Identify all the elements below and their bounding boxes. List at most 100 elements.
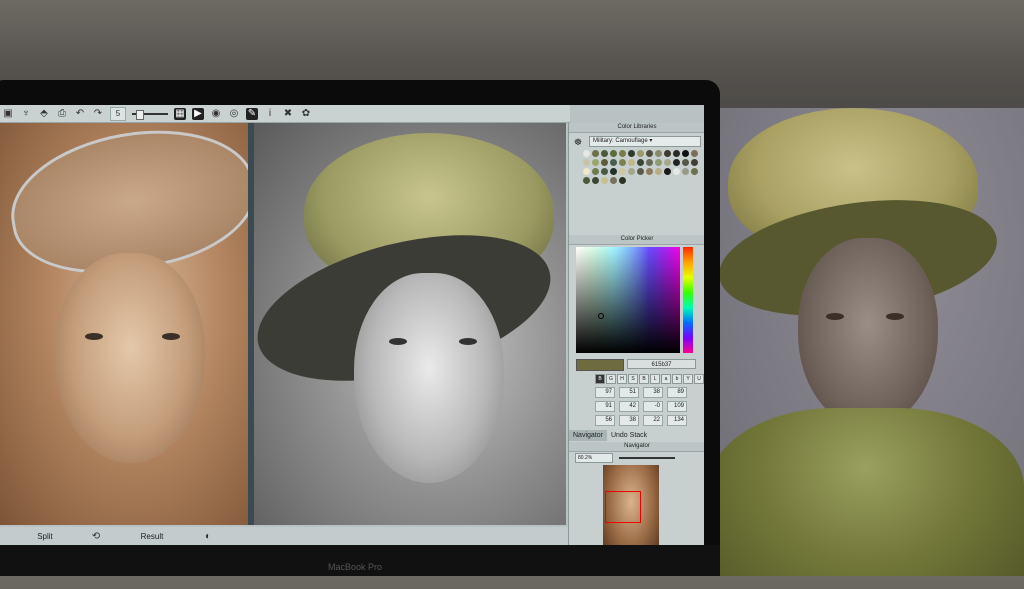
- color-swatch[interactable]: [610, 159, 617, 166]
- info-icon[interactable]: i: [264, 108, 276, 120]
- color-swatch[interactable]: [673, 159, 680, 166]
- color-swatch[interactable]: [619, 177, 626, 184]
- swap-icon[interactable]: ⟲: [90, 530, 102, 542]
- color-swatch[interactable]: [691, 168, 698, 175]
- color-swatch[interactable]: [601, 177, 608, 184]
- color-swatch[interactable]: [655, 159, 662, 166]
- color-swatch[interactable]: [691, 150, 698, 157]
- color-swatch[interactable]: [592, 150, 599, 157]
- settings-icon[interactable]: ✿: [300, 108, 312, 120]
- color-swatch[interactable]: [637, 159, 644, 166]
- zoom-slider[interactable]: [619, 457, 675, 459]
- color-swatch[interactable]: [601, 159, 608, 166]
- channel-value-field[interactable]: 51: [619, 387, 639, 398]
- channel-value-field[interactable]: 134: [667, 415, 687, 426]
- channel-value-field[interactable]: -0: [643, 401, 663, 412]
- color-swatch[interactable]: [664, 150, 671, 157]
- hex-input[interactable]: 615b37: [627, 359, 696, 369]
- color-swatch[interactable]: [682, 159, 689, 166]
- color-swatch[interactable]: [583, 168, 590, 175]
- eye-icon[interactable]: ◉: [210, 108, 222, 120]
- color-swatch[interactable]: [592, 159, 599, 166]
- color-swatch[interactable]: [646, 159, 653, 166]
- color-swatch[interactable]: [583, 159, 590, 166]
- color-swatch[interactable]: [673, 150, 680, 157]
- channel-value-field[interactable]: 56: [595, 415, 615, 426]
- channel-button-g[interactable]: G: [606, 374, 616, 384]
- brush-size-box[interactable]: 5: [110, 106, 126, 121]
- undo-icon[interactable]: ↶: [74, 108, 86, 120]
- play-icon[interactable]: ▶: [192, 107, 204, 120]
- print-icon[interactable]: ⎙: [56, 108, 68, 120]
- color-swatch[interactable]: [655, 150, 662, 157]
- color-swatch[interactable]: [664, 159, 671, 166]
- color-swatch[interactable]: [682, 168, 689, 175]
- color-swatch[interactable]: [583, 177, 590, 184]
- eye-alt-icon[interactable]: ◎: [228, 108, 240, 120]
- color-swatch[interactable]: [610, 150, 617, 157]
- pen-icon[interactable]: ✎: [246, 107, 258, 120]
- color-swatch[interactable]: [637, 168, 644, 175]
- stamp-icon[interactable]: ♆: [20, 108, 32, 120]
- color-swatch[interactable]: [646, 150, 653, 157]
- color-swatch[interactable]: [682, 150, 689, 157]
- color-swatch[interactable]: [583, 150, 590, 157]
- color-swatch[interactable]: [610, 177, 617, 184]
- tab-navigator[interactable]: Navigator: [569, 430, 607, 441]
- tab-undo-stack[interactable]: Undo Stack: [607, 430, 651, 441]
- color-swatch[interactable]: [664, 168, 671, 175]
- color-swatch[interactable]: [592, 168, 599, 175]
- color-swatch[interactable]: [601, 168, 608, 175]
- compare-icon[interactable]: ◐: [202, 530, 214, 542]
- color-swatch[interactable]: [673, 168, 680, 175]
- color-swatch[interactable]: [628, 150, 635, 157]
- result-photo-pane[interactable]: [254, 123, 566, 525]
- channel-value-field[interactable]: 22: [643, 415, 663, 426]
- color-swatch[interactable]: [619, 150, 626, 157]
- redo-icon[interactable]: ↷: [92, 108, 104, 120]
- channel-button-u[interactable]: U: [694, 374, 704, 384]
- channel-value-field[interactable]: 42: [619, 401, 639, 412]
- palette-icon[interactable]: ☸: [574, 137, 582, 148]
- channel-value-field[interactable]: 109: [667, 401, 687, 412]
- tile-icon[interactable]: ▦: [174, 107, 186, 120]
- channel-value-field[interactable]: 91: [595, 401, 615, 412]
- channel-button-s[interactable]: S: [628, 374, 638, 384]
- brush-size-slider[interactable]: [132, 109, 168, 120]
- picker-cursor[interactable]: [598, 313, 604, 319]
- color-swatch[interactable]: [610, 168, 617, 175]
- channel-button-b[interactable]: b: [672, 374, 682, 384]
- navigator-thumbnail[interactable]: [603, 465, 659, 545]
- zoom-select[interactable]: 80.2%: [575, 453, 613, 463]
- channel-button-a[interactable]: a: [661, 374, 671, 384]
- channel-button-y[interactable]: Y: [683, 374, 693, 384]
- color-swatch[interactable]: [619, 168, 626, 175]
- color-swatch[interactable]: [655, 168, 662, 175]
- color-swatch[interactable]: [619, 159, 626, 166]
- channel-button-h[interactable]: H: [617, 374, 627, 384]
- fill-icon[interactable]: ⬘: [38, 108, 50, 120]
- split-tab[interactable]: Split: [0, 532, 90, 541]
- layers-icon[interactable]: ▣: [2, 108, 14, 120]
- channel-value-field[interactable]: 38: [643, 387, 663, 398]
- channel-value-field[interactable]: 38: [619, 415, 639, 426]
- color-swatch[interactable]: [646, 168, 653, 175]
- color-swatch[interactable]: [628, 168, 635, 175]
- color-swatch[interactable]: [601, 150, 608, 157]
- cross-icon[interactable]: ✖: [282, 108, 294, 120]
- channel-value-field[interactable]: 97: [595, 387, 615, 398]
- channel-value-field[interactable]: 89: [667, 387, 687, 398]
- color-swatch[interactable]: [628, 159, 635, 166]
- color-swatch[interactable]: [691, 159, 698, 166]
- channel-button-b[interactable]: B: [639, 374, 649, 384]
- color-field[interactable]: [576, 247, 680, 353]
- library-select[interactable]: Military: Camouflage ▾: [589, 136, 701, 147]
- channel-button-b[interactable]: B: [595, 374, 605, 384]
- result-tab[interactable]: Result: [102, 532, 202, 541]
- channel-button-l[interactable]: L: [650, 374, 660, 384]
- color-swatch[interactable]: [592, 177, 599, 184]
- original-photo-pane[interactable]: [0, 123, 248, 525]
- color-swatch[interactable]: [637, 150, 644, 157]
- current-color-swatch[interactable]: [576, 359, 624, 371]
- hue-slider[interactable]: [683, 247, 693, 353]
